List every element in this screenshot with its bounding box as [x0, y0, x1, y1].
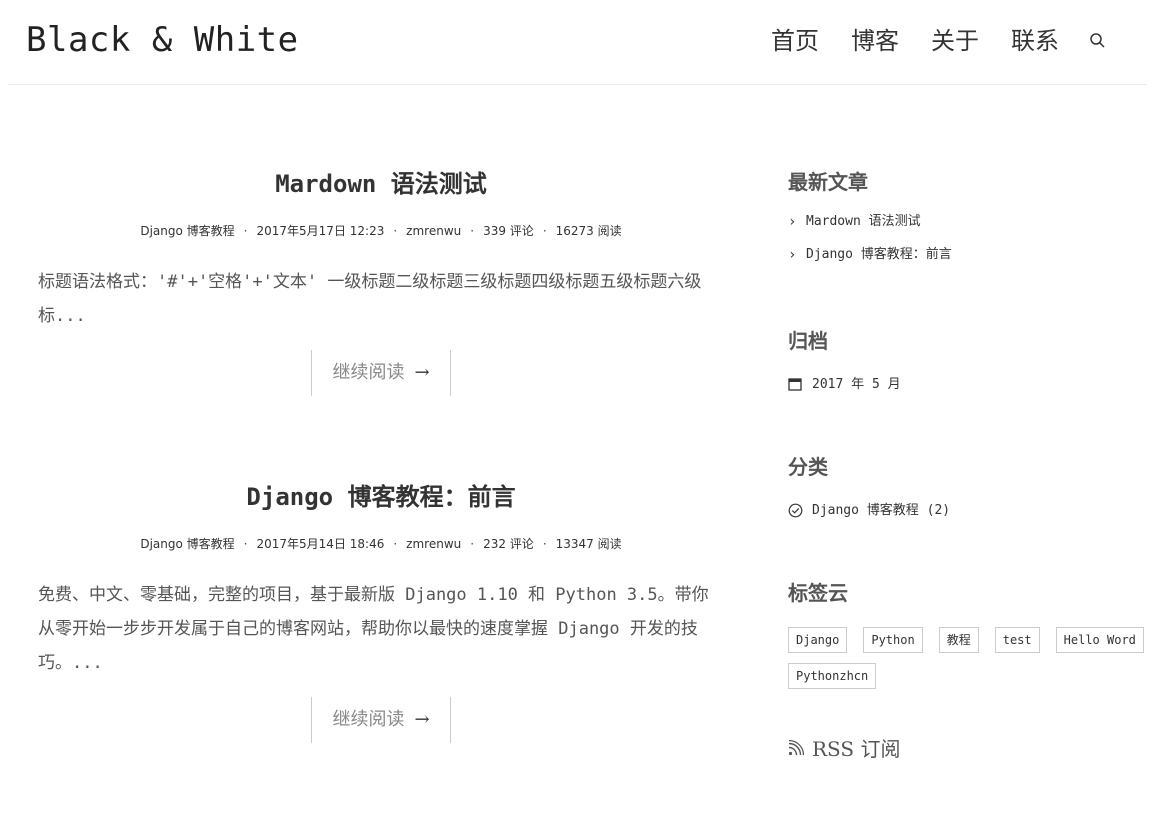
post-author[interactable]: zmrenwu: [406, 224, 461, 238]
recent-post-link[interactable]: Django 博客教程：前言: [806, 247, 952, 263]
read-more-button[interactable]: 继续阅读 →: [311, 350, 451, 396]
categories-widget: 分类 Django 博客教程 (2): [788, 453, 1148, 519]
recent-posts-title: 最新文章: [788, 170, 868, 194]
read-more-label: 继续阅读: [332, 709, 405, 730]
tag-item[interactable]: Hello Word: [1055, 627, 1144, 653]
post-title[interactable]: Mardown 语法测试: [38, 168, 724, 200]
site-header: Black & White 首页 博客 关于 联系: [8, 0, 1147, 85]
archive-widget: 归档 2017 年 5 月: [788, 327, 1148, 393]
archive-link[interactable]: 2017 年 5 月: [812, 377, 901, 393]
post-card: Mardown 语法测试 Django 博客教程 · 2017年5月17日 12:2…: [38, 168, 724, 396]
post-meta: Django 博客教程 · 2017年5月17日 12:23 · zmrenwu · 339…: [140, 224, 622, 238]
recent-post-item[interactable]: › Django 博客教程：前言: [788, 247, 1148, 263]
post-comments[interactable]: 339 评论: [483, 224, 534, 238]
post-date: 2017年5月14日 18:46: [256, 537, 385, 551]
chevron-right-icon: ›: [788, 247, 797, 263]
arrow-right-icon: →: [414, 709, 430, 730]
post-views: 16273 阅读: [555, 224, 622, 238]
nav-home[interactable]: 首页: [771, 26, 819, 56]
rss-icon: [788, 739, 804, 755]
calendar-icon: [788, 377, 804, 393]
post-author[interactable]: zmrenwu: [406, 537, 461, 551]
archive-title: 归档: [788, 329, 828, 353]
archive-item[interactable]: 2017 年 5 月: [788, 377, 1148, 393]
tag-item[interactable]: Python: [863, 627, 923, 653]
recent-post-link[interactable]: Mardown 语法测试: [806, 214, 921, 230]
tag-item[interactable]: Pythonzhcn: [788, 663, 877, 689]
tag-item[interactable]: Django: [788, 627, 848, 653]
tag-item[interactable]: test: [994, 627, 1040, 653]
rss-label: RSS 订阅: [812, 737, 901, 761]
read-more-label: 继续阅读: [332, 362, 405, 383]
category-link[interactable]: Django 博客教程 (2): [812, 503, 950, 519]
tag-cloud-widget: 标签云 Django Python 教程 test Hello Word Pyt…: [788, 579, 1148, 699]
tag-cloud-title: 标签云: [788, 581, 848, 605]
post-card: Django 博客教程：前言 Django 博客教程 · 2017年5月14日 18…: [38, 481, 724, 743]
recent-posts-widget: 最新文章 › Mardown 语法测试 › Django 博客教程：前言: [788, 168, 1148, 263]
post-title[interactable]: Django 博客教程：前言: [38, 481, 724, 513]
check-circle-icon: [788, 503, 804, 519]
post-excerpt: 标题语法格式：'#'+'空格'+'文本' 一级标题二级标题三级标题四级标题五级标…: [38, 272, 702, 326]
post-excerpt: 免费、中文、零基础，完整的项目，基于最新版 Django 1.10 和 Pyth…: [38, 585, 709, 673]
site-logo[interactable]: Black & White: [26, 18, 299, 62]
post-views: 13347 阅读: [555, 537, 622, 551]
post-date: 2017年5月17日 12:23: [256, 224, 385, 238]
read-more-button[interactable]: 继续阅读 →: [311, 697, 451, 743]
post-category[interactable]: Django 博客教程: [140, 537, 234, 551]
chevron-right-icon: ›: [788, 214, 797, 230]
nav-about[interactable]: 关于: [931, 26, 979, 56]
post-meta: Django 博客教程 · 2017年5月14日 18:46 · zmrenwu · 232…: [140, 537, 622, 551]
nav-contact[interactable]: 联系: [1011, 26, 1059, 56]
main-nav: 首页 博客 关于 联系: [739, 26, 1107, 56]
arrow-right-icon: →: [414, 362, 430, 383]
post-category[interactable]: Django 博客教程: [140, 224, 234, 238]
category-item[interactable]: Django 博客教程 (2): [788, 503, 1148, 519]
tag-item[interactable]: 教程: [938, 627, 979, 653]
categories-title: 分类: [788, 455, 828, 479]
nav-blog[interactable]: 博客: [851, 26, 899, 56]
post-comments[interactable]: 232 评论: [483, 537, 534, 551]
search-icon[interactable]: [1089, 32, 1107, 50]
recent-post-item[interactable]: › Mardown 语法测试: [788, 214, 1148, 230]
rss-link[interactable]: RSS 订阅: [788, 733, 900, 762]
